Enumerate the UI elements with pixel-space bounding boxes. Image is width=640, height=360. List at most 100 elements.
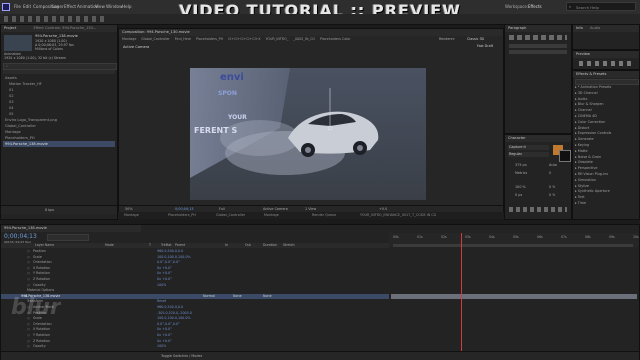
scene-text-your: YOUR bbox=[228, 114, 247, 121]
comp-info-5: 1920 x 1080 (1.00), 32 bit (c) Stream bbox=[4, 56, 66, 60]
vertical-scale-field[interactable]: 100 % bbox=[515, 185, 526, 189]
timeline-column-header[interactable]: Mode bbox=[105, 243, 114, 247]
effects-category[interactable]: ▸ Time bbox=[575, 201, 637, 207]
scene-text-different: FERENT S bbox=[194, 126, 238, 135]
search-help-placeholder: Search Help bbox=[576, 5, 599, 10]
property-lane[interactable] bbox=[391, 344, 637, 350]
audio-tab[interactable]: Audio bbox=[590, 26, 600, 30]
active-camera-label: Active Camera bbox=[123, 45, 150, 49]
timeline-panel: 994.Porsche_138.movie 0;00;04;13 00133 (… bbox=[0, 224, 640, 360]
preview-tab[interactable]: Preview bbox=[573, 51, 639, 58]
kerning-field[interactable]: Metrics bbox=[515, 171, 527, 175]
row-name: Opacity bbox=[33, 344, 46, 349]
tool-icons[interactable] bbox=[4, 16, 104, 22]
info-panel: Info Audio bbox=[572, 24, 640, 50]
comp-nav-tab[interactable]: Global_Controller bbox=[216, 213, 245, 217]
baseline-shift-field[interactable]: 0 px bbox=[515, 193, 522, 197]
comp-nav-tab[interactable]: Render Queue bbox=[312, 213, 336, 217]
timeline-column-headers: Layer Name Mode T TrkMat Parent In Out Duration… bbox=[1, 243, 389, 248]
timeline-tab[interactable]: 994.Porsche_138.movie bbox=[1, 225, 141, 232]
comp-thumbnail bbox=[4, 35, 32, 51]
ruler-label: 04s bbox=[489, 235, 495, 239]
exposure-value[interactable]: +0.0 bbox=[379, 207, 387, 211]
leading-field[interactable]: Auto bbox=[549, 163, 557, 167]
ruler-label: 10s bbox=[633, 235, 639, 239]
timeline-column-header[interactable]: Out bbox=[245, 243, 251, 247]
comp-nav-tab[interactable]: Montage bbox=[124, 213, 139, 217]
workspace-select[interactable]: Effects bbox=[528, 4, 542, 9]
composition-tab[interactable]: Composition: 994.Porsche_130.movie bbox=[119, 29, 503, 36]
breadcrumb-item[interactable]: Placeholders_PH bbox=[196, 37, 223, 41]
breadcrumb-item[interactable]: Montage bbox=[122, 37, 136, 41]
zoom-select[interactable]: 50% bbox=[125, 207, 133, 211]
project-list: Assets Motion Tracker_HF 01 02 03 04 05 Enviro … bbox=[3, 75, 115, 147]
fast-draft-label[interactable]: Fast Draft bbox=[477, 44, 493, 48]
toggle-switches-modes[interactable]: Toggle Switches / Modes bbox=[161, 354, 202, 358]
project-tab[interactable]: Project Effect Controls: 994.Porsche_130… bbox=[1, 25, 117, 32]
timeline-column-header[interactable]: Stretch bbox=[283, 243, 295, 247]
scene-logo-text: envi bbox=[220, 72, 244, 83]
timeline-timecode[interactable]: 0;00;04;13 bbox=[4, 233, 37, 240]
ruler-label: 05s bbox=[513, 235, 519, 239]
project-search-input[interactable]: ⌕ bbox=[3, 63, 117, 70]
project-item[interactable]: 994.Porsche_138.movie bbox=[3, 141, 115, 147]
timeline-column-header[interactable]: Layer Name bbox=[35, 243, 54, 247]
paragraph-tab[interactable]: Paragraph bbox=[505, 25, 571, 32]
font-family-select[interactable]: Capture it bbox=[508, 145, 549, 150]
comp-nav-tab[interactable]: YOUR_INTRO_ENHANCE_0017_T_CODE IN CG bbox=[360, 213, 436, 217]
font-style-select[interactable]: Regular bbox=[508, 152, 549, 157]
tsume-field[interactable]: 0 % bbox=[549, 193, 555, 197]
timeline-column-header[interactable]: T bbox=[149, 243, 151, 247]
comp-info-3: Millions of Colors bbox=[35, 47, 63, 51]
breadcrumb-item[interactable]: CI+CI+CI+CI+CI+X bbox=[228, 37, 260, 41]
playback-controls[interactable] bbox=[579, 61, 631, 66]
viewer-timecode[interactable]: 0;00;04;13 bbox=[175, 207, 194, 211]
row-value[interactable]: 100% bbox=[157, 344, 166, 350]
timeline-column-header[interactable]: Parent bbox=[175, 243, 185, 247]
scene-text-sponsor: SPON bbox=[218, 90, 237, 97]
property-row[interactable]: Opacity ◷ 100% bbox=[1, 344, 389, 350]
watermark-logo: blur bbox=[11, 295, 61, 320]
ruler-label: 02s bbox=[441, 235, 447, 239]
stopwatch-icon[interactable]: ◷ bbox=[27, 344, 30, 350]
timeline-column-header[interactable]: Duration bbox=[263, 243, 277, 247]
timeline-ruler[interactable]: 00s 01s 02s 03s 04s 05s 06s 07s 08s 09s 10s bbox=[389, 233, 639, 247]
indent-fields[interactable] bbox=[509, 44, 567, 56]
comp-nav-tab[interactable]: Montage bbox=[264, 213, 279, 217]
breadcrumb-item[interactable]: Placeholders Color bbox=[320, 37, 351, 41]
paragraph-panel: Paragraph bbox=[504, 24, 572, 134]
timeline-column-header[interactable]: TrkMat bbox=[161, 243, 172, 247]
current-time-indicator[interactable] bbox=[461, 233, 462, 351]
tracking-field[interactable]: 0 bbox=[549, 171, 551, 175]
effect-controls-tab[interactable]: Effect Controls: 994.Porsche_130... bbox=[33, 26, 96, 30]
align-icons[interactable] bbox=[509, 35, 567, 40]
effects-presets-panel: Effects & Presets ▸ * Animation Presets ▸… bbox=[572, 70, 640, 220]
ruler-label: 08s bbox=[585, 235, 591, 239]
project-column-header[interactable] bbox=[3, 70, 115, 74]
font-size-field[interactable]: 375 px bbox=[515, 163, 527, 167]
project-footer: 8 bpc bbox=[1, 205, 117, 214]
resolution-select[interactable]: Full bbox=[219, 207, 225, 211]
composition-canvas[interactable]: envi SPON YOUR FERENT S bbox=[190, 68, 426, 200]
bit-depth-button[interactable]: 8 bpc bbox=[45, 208, 54, 212]
camera-select[interactable]: Active Camera bbox=[263, 207, 288, 211]
breadcrumb-item[interactable]: _0002_IN_CG bbox=[293, 37, 315, 41]
view-layout-select[interactable]: 1 View bbox=[305, 207, 316, 211]
work-area-bar[interactable] bbox=[393, 244, 633, 247]
search-help-field[interactable]: ⌕ Search Help bbox=[566, 2, 636, 11]
comp-nav-tab[interactable]: Placeholders_PH bbox=[168, 213, 196, 217]
breadcrumb-item[interactable]: Global_Controller bbox=[141, 37, 169, 41]
renderer-value[interactable]: Classic 3D bbox=[467, 37, 484, 41]
text-style-buttons[interactable] bbox=[509, 207, 567, 212]
stroke-color-swatch[interactable] bbox=[559, 150, 571, 162]
horizontal-scale-field[interactable]: 0 % bbox=[549, 185, 555, 189]
info-tab[interactable]: Info Audio bbox=[573, 25, 639, 32]
breadcrumb-item[interactable]: Find_Here bbox=[175, 37, 191, 41]
project-panel: Project Effect Controls: 994.Porsche_130… bbox=[0, 24, 118, 220]
character-tab[interactable]: Character bbox=[505, 135, 571, 142]
info-tab-label: Info bbox=[576, 26, 583, 30]
timeline-search-input[interactable] bbox=[47, 234, 89, 241]
effects-presets-tab[interactable]: Effects & Presets bbox=[573, 71, 639, 78]
timeline-column-header[interactable]: In bbox=[225, 243, 228, 247]
breadcrumb-item[interactable]: YOUR_INTRO_ bbox=[266, 37, 289, 41]
